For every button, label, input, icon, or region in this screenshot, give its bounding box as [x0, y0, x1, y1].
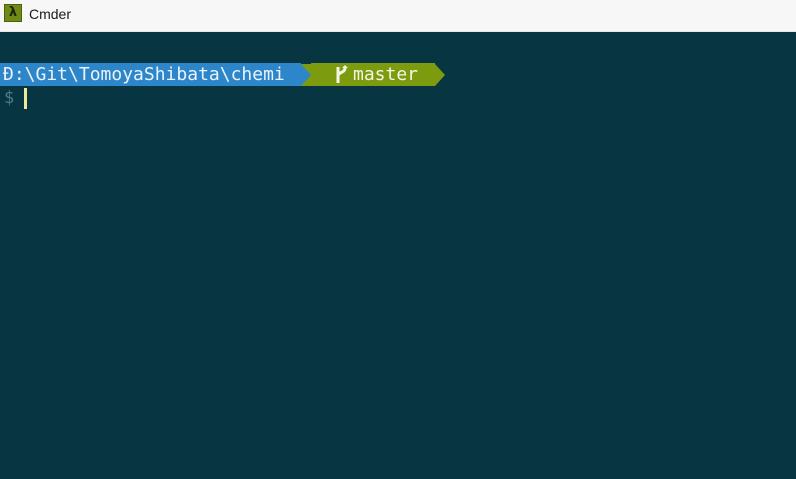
- cmder-window: λ Cmder Ð:\Git\TomoyaShibata\chemi maste…: [0, 0, 796, 479]
- title-bar[interactable]: λ Cmder: [0, 0, 796, 32]
- lambda-icon: λ: [4, 4, 22, 22]
- prompt-path: Ð:\Git\TomoyaShibata\chemi: [0, 63, 301, 86]
- git-branch-segment: master: [311, 63, 435, 86]
- powerline-separator: [301, 63, 311, 86]
- terminal-area[interactable]: Ð:\Git\TomoyaShibata\chemi master $: [0, 32, 796, 479]
- prompt-symbol: $: [4, 88, 15, 108]
- command-input-line[interactable]: $: [4, 87, 28, 110]
- text-cursor: [24, 88, 28, 109]
- git-branch-icon: [336, 64, 348, 83]
- powerline-end-arrow: [435, 63, 445, 86]
- git-branch-name: master: [353, 64, 419, 85]
- window-title: Cmder: [29, 6, 72, 22]
- prompt-line: Ð:\Git\TomoyaShibata\chemi master: [0, 63, 445, 86]
